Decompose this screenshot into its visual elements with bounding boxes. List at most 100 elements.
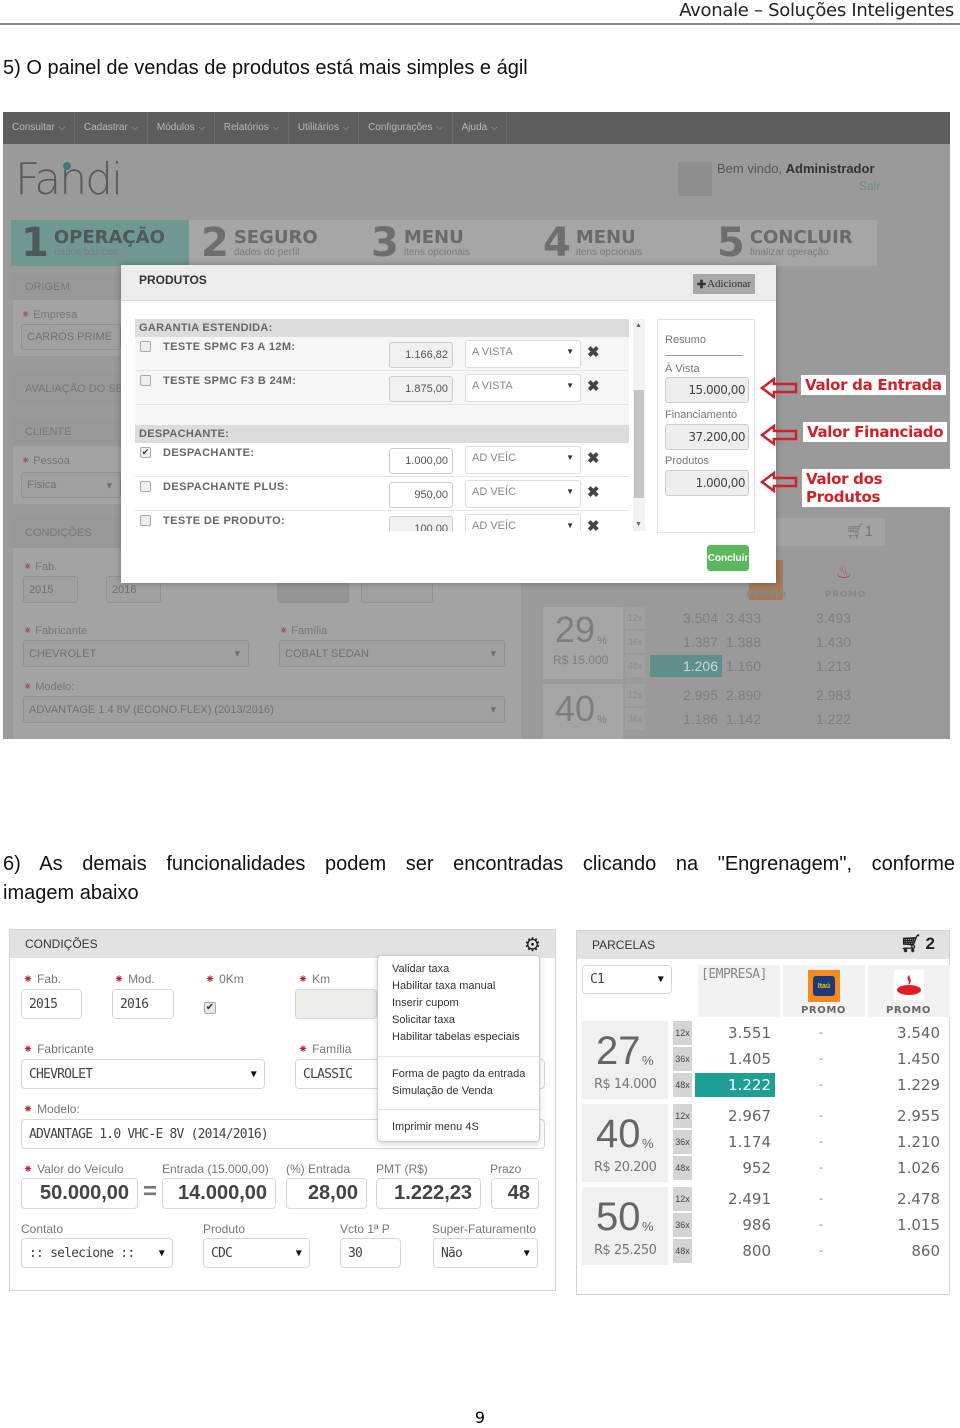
- step-4[interactable]: 4 MENU itens opcionais: [543, 220, 693, 266]
- installment-value[interactable]: 1.229: [868, 1073, 944, 1097]
- valor-veiculo-field[interactable]: 50.000,00: [21, 1178, 138, 1209]
- installment-value[interactable]: 3.493: [785, 607, 855, 629]
- pmt-field[interactable]: 1.222,23: [376, 1178, 481, 1209]
- product-value-field[interactable]: 100,00: [389, 516, 453, 531]
- payment-select[interactable]: AD VEÍC ▼: [465, 480, 581, 508]
- installment-value[interactable]: 1.213: [785, 655, 855, 677]
- scroll-up-icon[interactable]: ▲: [635, 322, 642, 329]
- installment-value[interactable]: 1.160: [695, 655, 765, 677]
- entry-percent-box[interactable]: 40% R$ 20.200: [582, 1104, 668, 1182]
- product-checkbox[interactable]: [140, 515, 151, 526]
- empresa-field[interactable]: CARROS PRIME: [21, 324, 121, 350]
- installment-value[interactable]: 800: [695, 1239, 775, 1263]
- scroll-down-icon[interactable]: ▼: [635, 521, 642, 528]
- pessoa-select[interactable]: Física ▾: [21, 472, 121, 498]
- product-value-field[interactable]: 1.875,00: [389, 376, 453, 402]
- installment-value[interactable]: 1.430: [785, 631, 855, 653]
- menu-item-imprimir-menu[interactable]: Imprimir menu 4S: [392, 1121, 479, 1133]
- payment-select[interactable]: A VISTA ▼: [465, 374, 581, 402]
- gear-icon[interactable]: ⚙︎: [524, 934, 541, 957]
- product-checkbox[interactable]: [140, 481, 151, 492]
- step-2[interactable]: 2 SEGURO dados do perfil: [201, 220, 351, 266]
- installment-value[interactable]: -: [783, 1073, 859, 1097]
- installment-value[interactable]: -: [783, 1130, 859, 1154]
- remove-icon[interactable]: ✖: [587, 517, 600, 531]
- installment-value[interactable]: 2.890: [695, 684, 765, 706]
- remove-icon[interactable]: ✖: [587, 483, 600, 501]
- entrada-field[interactable]: 14.000,00: [162, 1178, 276, 1209]
- installment-value[interactable]: 860: [868, 1239, 944, 1263]
- installment-value[interactable]: -: [783, 1104, 859, 1128]
- add-product-button[interactable]: ✚ Adicionar: [693, 274, 755, 294]
- nav-cadastrar[interactable]: Cadastrar ⌵: [75, 112, 148, 144]
- entry-percent-box[interactable]: 50% R$ 25.250: [582, 1187, 668, 1265]
- installment-value[interactable]: 1.222: [785, 708, 855, 730]
- installment-value[interactable]: 1.222: [695, 1073, 775, 1097]
- installment-value[interactable]: 1.450: [868, 1047, 944, 1071]
- installment-value[interactable]: 1.026: [868, 1156, 944, 1180]
- fab-field[interactable]: 2015: [21, 989, 82, 1019]
- fabricante-select[interactable]: CHEVROLET ▼: [21, 1059, 265, 1089]
- product-checkbox[interactable]: ✔: [140, 447, 151, 458]
- km-field[interactable]: [295, 989, 377, 1019]
- okm-checkbox[interactable]: ✔: [204, 1002, 216, 1014]
- step-3[interactable]: 3 MENU itens opcionais: [371, 220, 521, 266]
- installment-value[interactable]: 1.210: [868, 1130, 944, 1154]
- product-value-field[interactable]: 950,00: [389, 482, 453, 508]
- menu-item-forma-pagto[interactable]: Forma de pagto da entrada: [392, 1068, 525, 1080]
- product-value-field[interactable]: 1.166,82: [389, 342, 453, 368]
- installment-value[interactable]: -: [783, 1047, 859, 1071]
- concluir-button[interactable]: Concluir: [707, 545, 749, 571]
- menu-item-validar-taxa[interactable]: Validar taxa: [392, 963, 449, 975]
- produto-select[interactable]: CDC ▼: [203, 1238, 310, 1268]
- installment-value[interactable]: 2.478: [868, 1187, 944, 1211]
- nav-modulos[interactable]: Módulos ⌵: [148, 112, 215, 144]
- payment-select[interactable]: AD VEÍC ▼: [465, 446, 581, 474]
- entry-percent-box[interactable]: 27% R$ 14.000: [582, 1021, 668, 1099]
- super-faturamento-select[interactable]: Não ▼: [433, 1238, 538, 1268]
- installment-value[interactable]: 2.491: [695, 1187, 775, 1211]
- installment-value[interactable]: 2.967: [695, 1104, 775, 1128]
- installment-value[interactable]: 1.405: [695, 1047, 775, 1071]
- mod-field[interactable]: 2016: [112, 989, 174, 1019]
- contato-select[interactable]: :: selecione :: ▼: [21, 1238, 173, 1268]
- cart-indicator[interactable]: 🛒︎ 2: [900, 934, 935, 954]
- logout-link[interactable]: Sair: [859, 179, 880, 193]
- payment-select[interactable]: A VISTA ▼: [465, 340, 581, 368]
- menu-item-habilitar-tabelas[interactable]: Habilitar tabelas especiais: [392, 1031, 520, 1043]
- scrollbar-thumb[interactable]: [634, 390, 644, 498]
- remove-icon[interactable]: ✖: [587, 377, 600, 395]
- installment-value[interactable]: 3.433: [695, 607, 765, 629]
- nav-relatorios[interactable]: Relatórios ⌵: [215, 112, 289, 144]
- modelo-select[interactable]: ADVANTAGE 1.4 8V (ECONO.FLEX) (2013/2016…: [23, 696, 505, 723]
- installment-value[interactable]: 3.551: [695, 1021, 775, 1045]
- product-checkbox[interactable]: [140, 375, 151, 386]
- installment-value[interactable]: 1.174: [695, 1130, 775, 1154]
- fabricante-select[interactable]: CHEVROLET ▾: [23, 640, 249, 667]
- installment-value[interactable]: 1.388: [695, 631, 765, 653]
- installment-value[interactable]: 986: [695, 1213, 775, 1237]
- remove-icon[interactable]: ✖: [587, 343, 600, 361]
- prazo-field[interactable]: 48: [491, 1178, 539, 1209]
- menu-item-solicitar-taxa[interactable]: Solicitar taxa: [392, 1014, 455, 1026]
- nav-ajuda[interactable]: Ajuda ⌵: [453, 112, 508, 144]
- installment-value[interactable]: 1.142: [695, 708, 765, 730]
- step-5[interactable]: 5 CONCLUIR finalizar operação: [717, 220, 877, 266]
- installment-value[interactable]: -: [783, 1156, 859, 1180]
- installment-value[interactable]: 3.540: [868, 1021, 944, 1045]
- menu-item-inserir-cupom[interactable]: Inserir cupom: [392, 997, 459, 1009]
- installment-value[interactable]: -: [783, 1021, 859, 1045]
- installment-value[interactable]: -: [783, 1213, 859, 1237]
- installment-value[interactable]: -: [783, 1187, 859, 1211]
- menu-item-habilitar-taxa-manual[interactable]: Habilitar taxa manual: [392, 980, 495, 992]
- payment-select[interactable]: AD VEÍC ▼: [465, 514, 581, 531]
- installment-value[interactable]: 2.955: [868, 1104, 944, 1128]
- nav-consultar[interactable]: Consultar ⌵: [3, 112, 75, 144]
- nav-configuracoes[interactable]: Configurações ⌵: [359, 112, 453, 144]
- installment-value[interactable]: 1.015: [868, 1213, 944, 1237]
- vcto-field[interactable]: 30: [340, 1238, 401, 1268]
- nav-utilitarios[interactable]: Utilitários ⌵: [289, 112, 360, 144]
- coeficiente-select[interactable]: C1 ▼: [582, 965, 672, 994]
- step-1[interactable]: 1 OPERAÇÃO dados básicos: [11, 220, 189, 266]
- installment-value[interactable]: 952: [695, 1156, 775, 1180]
